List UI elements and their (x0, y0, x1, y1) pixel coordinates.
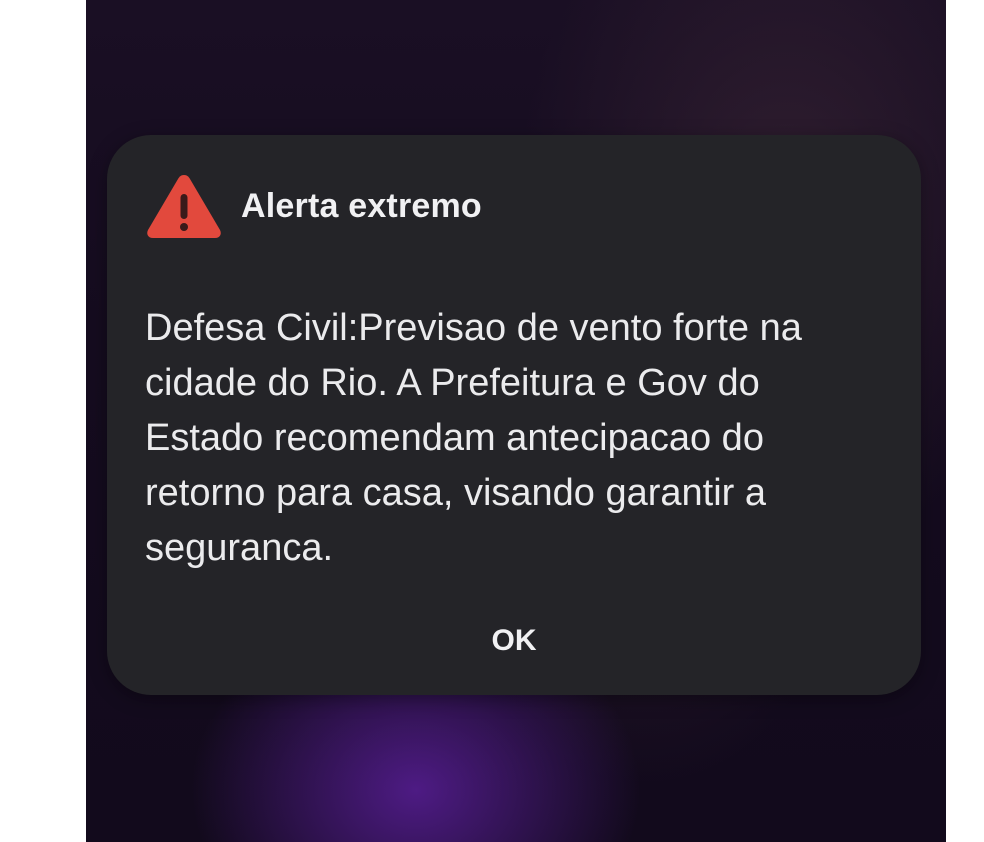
alert-message: Defesa Civil:Previsao de vento forte na … (145, 307, 802, 569)
emergency-alert-dialog: Alerta extremo Defesa Civil:Previsao de … (107, 135, 921, 695)
warning-triangle-icon (147, 175, 221, 238)
alert-title: Alerta extremo (241, 186, 482, 225)
alert-header: Alerta extremo (145, 171, 482, 241)
screenshot-page: Alerta extremo Defesa Civil:Previsao de … (0, 0, 984, 842)
ok-button[interactable]: OK (447, 613, 581, 669)
